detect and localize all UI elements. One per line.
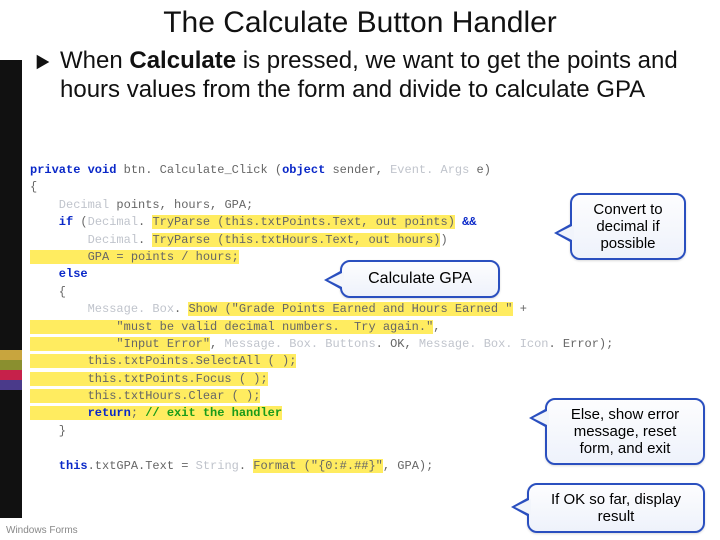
accent-stripe (0, 350, 22, 360)
code-kw: if (30, 215, 73, 229)
code-text: ) (440, 233, 447, 247)
code-text: . (239, 459, 253, 473)
accent-stripe (0, 360, 22, 370)
code-text: e) (469, 163, 491, 177)
code-text: . OK, (376, 337, 419, 351)
code-highlight: this.txtPoints.Focus ( ); (30, 372, 268, 386)
code-type: Decimal (30, 233, 138, 247)
accent-stripe (0, 370, 22, 380)
code-highlight: TryParse (this.txtHours.Text, out hours) (152, 233, 440, 247)
code-text: . (138, 233, 152, 247)
code-type: Message. Box (30, 302, 174, 316)
accent-stripe (0, 380, 22, 390)
callout-calculate: Calculate GPA (340, 260, 500, 298)
bullet-item: When Calculate is pressed, we want to ge… (0, 42, 720, 105)
code-highlight: this.txtHours.Clear ( ); (30, 389, 260, 403)
callout-convert: Convert to decimal if possible (570, 193, 686, 260)
code-type: Decimal (88, 215, 138, 229)
code-highlight: "Input Error" (30, 337, 210, 351)
callout-display: If OK so far, display result (527, 483, 705, 533)
bullet-bold: Calculate (129, 47, 236, 74)
code-comment: // exit the handler (145, 406, 282, 420)
callout-else: Else, show error message, reset form, an… (545, 398, 705, 465)
code-text: ; (131, 406, 145, 420)
code-text: .txtGPA.Text = (88, 459, 196, 473)
code-text: btn. Calculate_Click ( (116, 163, 282, 177)
slide-title: The Calculate Button Handler (0, 0, 720, 42)
left-sidebar (0, 60, 22, 518)
code-type: Message. Box. Icon (419, 337, 549, 351)
code-highlight: "must be valid decimal numbers. Try agai… (30, 320, 433, 334)
slide: The Calculate Button Handler When Calcul… (0, 0, 720, 540)
code-type: Event. Args (390, 163, 469, 177)
code-kw: && (455, 215, 477, 229)
code-highlight: Format ("{0:#.##}" (253, 459, 383, 473)
code-kw: this (30, 459, 88, 473)
code-kw: private void (30, 163, 116, 177)
code-kw: else (30, 267, 88, 281)
code-text: sender, (325, 163, 390, 177)
code-type: Message. Box. Buttons (224, 337, 375, 351)
play-icon (34, 53, 52, 71)
code-type: Decimal (30, 198, 109, 212)
code-text: , (210, 337, 224, 351)
code-text: + (513, 302, 527, 316)
code-highlight: Show ("Grade Points Earned and Hours Ear… (188, 302, 512, 316)
code-text: , GPA); (383, 459, 433, 473)
code-text: points, hours, GPA; (109, 198, 253, 212)
bullet-prefix: When (60, 47, 129, 74)
code-text: . (174, 302, 188, 316)
bullet-text: When Calculate is pressed, we want to ge… (60, 46, 680, 105)
code-text: . (138, 215, 152, 229)
code-kw: return (30, 406, 131, 420)
code-highlight: TryParse (this.txtPoints.Text, out point… (152, 215, 454, 229)
code-highlight: this.txtPoints.SelectAll ( ); (30, 354, 296, 368)
footer-text: Windows Forms (6, 525, 78, 536)
code-text: , (433, 320, 440, 334)
code-text: ( (73, 215, 87, 229)
code-kw: object (282, 163, 325, 177)
code-type: String (196, 459, 239, 473)
code-highlight: GPA = points / hours; (30, 250, 239, 264)
code-text: . Error); (549, 337, 614, 351)
